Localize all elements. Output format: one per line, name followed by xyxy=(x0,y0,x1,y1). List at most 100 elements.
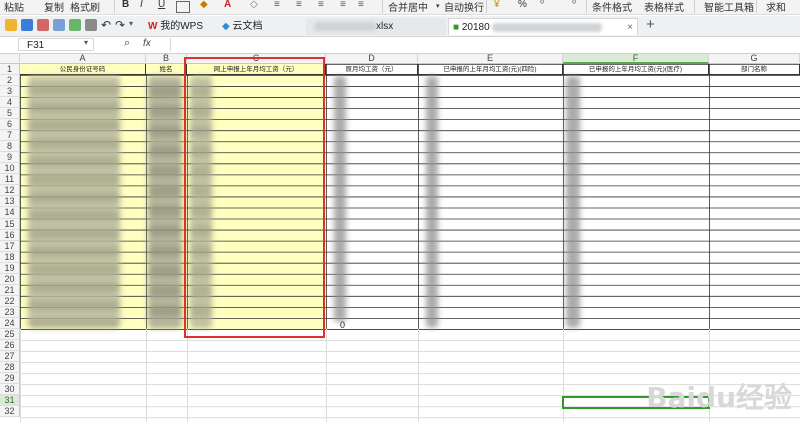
row-header-23[interactable]: 23 xyxy=(0,306,20,318)
column-header-b[interactable]: B xyxy=(146,54,187,64)
column-header-d[interactable]: D xyxy=(326,54,418,64)
row-header-31[interactable]: 31 xyxy=(0,395,20,407)
clear-icon[interactable]: ◇ xyxy=(250,0,258,10)
format-painter-button[interactable]: 格式刷 xyxy=(70,0,100,14)
bold-button[interactable]: B xyxy=(122,0,129,10)
row-header-32[interactable]: 32 xyxy=(0,406,20,418)
row-header-7[interactable]: 7 xyxy=(0,130,20,142)
redacted-declared-medical xyxy=(566,76,580,328)
justify-icon[interactable]: ≡ xyxy=(340,0,346,10)
table-style-button[interactable]: 表格样式 xyxy=(644,0,684,14)
more-icon[interactable]: ▾ xyxy=(129,19,133,28)
row-header-8[interactable]: 8 xyxy=(0,141,20,153)
fx-icon[interactable]: fx xyxy=(143,38,151,49)
row-header-4[interactable]: 4 xyxy=(0,97,20,109)
fill-color-icon[interactable]: ◆ xyxy=(200,0,208,10)
merge-center-button[interactable]: 合并居中 xyxy=(388,0,428,14)
toolbar-ribbon: 粘贴 复制 格式刷 B I U ◆ A ◇ ≡ ≡ ≡ ≡ ≡ 合并居中 ▾ 自… xyxy=(0,0,800,15)
row-header-26[interactable]: 26 xyxy=(0,339,20,351)
redacted-names xyxy=(148,76,182,328)
spellcheck-icon[interactable] xyxy=(85,19,97,31)
row-header-2[interactable]: 2 xyxy=(0,75,20,87)
baidu-watermark: Baidu经验 xyxy=(646,381,792,414)
row-header-13[interactable]: 13 xyxy=(0,196,20,208)
wrap-text-button[interactable]: 自动换行 xyxy=(444,0,484,14)
column-header-e[interactable]: E xyxy=(418,54,563,64)
row-header-10[interactable]: 10 xyxy=(0,163,20,175)
undo-icon[interactable]: ↶ xyxy=(101,18,111,32)
border-icon[interactable] xyxy=(176,1,190,13)
row-header-16[interactable]: 16 xyxy=(0,229,20,241)
align-center-icon[interactable]: ≡ xyxy=(296,0,302,10)
close-tab-icon[interactable]: × xyxy=(627,19,633,36)
formula-bar: F31 ▾ ⌕ fx xyxy=(0,37,800,54)
row-header-6[interactable]: 6 xyxy=(0,119,20,131)
cell-d24[interactable]: 0 xyxy=(340,320,345,330)
name-box-dropdown-icon[interactable]: ▾ xyxy=(84,38,88,47)
header-declared-salary-medical[interactable]: 已申报的上年月均工资(元)(医疗) xyxy=(563,64,709,75)
row-header-5[interactable]: 5 xyxy=(0,108,20,120)
zoom-icon[interactable]: ⌕ xyxy=(124,37,130,50)
row-header-11[interactable]: 11 xyxy=(0,174,20,186)
smart-toolbox-button[interactable]: 智能工具箱 xyxy=(704,0,754,14)
percent-button[interactable]: % xyxy=(518,0,527,10)
row-header-15[interactable]: 15 xyxy=(0,218,20,230)
row-header-17[interactable]: 17 xyxy=(0,240,20,252)
print-icon[interactable] xyxy=(53,19,65,31)
red-highlight-box xyxy=(184,57,325,338)
paste-button[interactable]: 粘贴 xyxy=(4,0,24,14)
open-folder-icon[interactable] xyxy=(5,19,17,31)
align-left-icon[interactable]: ≡ xyxy=(274,0,280,10)
column-header-g[interactable]: G xyxy=(709,54,800,64)
column-header-f[interactable]: F xyxy=(563,54,709,64)
tab-file-2-active[interactable]: ■ 20180 × xyxy=(448,18,638,35)
sum-button[interactable]: 求和 xyxy=(766,0,786,14)
italic-button[interactable]: I xyxy=(140,0,143,10)
row-header-25[interactable]: 25 xyxy=(0,328,20,340)
font-color-button[interactable]: A xyxy=(224,0,231,10)
tab-cloud-docs[interactable]: ◆ 云文档 xyxy=(218,18,304,35)
tab-file-1[interactable]: xlsx xyxy=(306,18,446,35)
align-right-icon[interactable]: ≡ xyxy=(318,0,324,10)
name-box[interactable]: F31 xyxy=(18,38,94,51)
header-original-salary[interactable]: 原月均工资（元） xyxy=(326,64,418,75)
cloud-icon: ◆ xyxy=(222,21,230,32)
row-header-29[interactable]: 29 xyxy=(0,373,20,385)
row-header-12[interactable]: 12 xyxy=(0,185,20,197)
add-tab-button[interactable]: + xyxy=(646,16,655,33)
currency-icon[interactable]: ¥ xyxy=(494,0,500,10)
row-header-27[interactable]: 27 xyxy=(0,351,20,363)
thousands-icon[interactable]: ⁰ xyxy=(540,0,544,10)
tab-my-wps[interactable]: W 我的WPS xyxy=(144,18,214,35)
column-header-a[interactable]: A xyxy=(20,54,146,64)
redo-icon[interactable]: ↷ xyxy=(115,18,125,32)
decimal-icon[interactable]: ⁰ xyxy=(572,0,576,10)
underline-button[interactable]: U xyxy=(158,0,165,10)
conditional-format-button[interactable]: 条件格式 xyxy=(592,0,632,14)
row-header-24[interactable]: 24 xyxy=(0,317,20,329)
header-id-number[interactable]: 公民身份证号码 xyxy=(20,64,146,75)
distribute-icon[interactable]: ≡ xyxy=(358,0,364,10)
row-header-28[interactable]: 28 xyxy=(0,362,20,374)
row-header-14[interactable]: 14 xyxy=(0,207,20,219)
redacted-declared-4-insurance xyxy=(426,76,438,328)
header-department[interactable]: 部门名称 xyxy=(709,64,800,75)
header-declared-salary-4-insurance[interactable]: 已申报的上年月均工资(元)(四险) xyxy=(418,64,563,75)
select-all-corner[interactable] xyxy=(0,54,20,64)
formula-input[interactable] xyxy=(170,38,799,51)
row-header-20[interactable]: 20 xyxy=(0,273,20,285)
row-header-19[interactable]: 19 xyxy=(0,262,20,274)
row-header-22[interactable]: 22 xyxy=(0,295,20,307)
row-header-3[interactable]: 3 xyxy=(0,86,20,98)
header-name[interactable]: 姓名 xyxy=(146,64,187,75)
row-header-21[interactable]: 21 xyxy=(0,284,20,296)
row-header-18[interactable]: 18 xyxy=(0,251,20,263)
print-preview-icon[interactable] xyxy=(69,19,81,31)
et-file-icon: ■ xyxy=(453,22,460,33)
row-header-30[interactable]: 30 xyxy=(0,384,20,396)
row-header-1[interactable]: 1 xyxy=(0,64,20,75)
save-icon[interactable] xyxy=(21,19,33,31)
row-header-9[interactable]: 9 xyxy=(0,152,20,164)
export-pdf-icon[interactable] xyxy=(37,19,49,31)
copy-button[interactable]: 复制 xyxy=(44,0,64,14)
